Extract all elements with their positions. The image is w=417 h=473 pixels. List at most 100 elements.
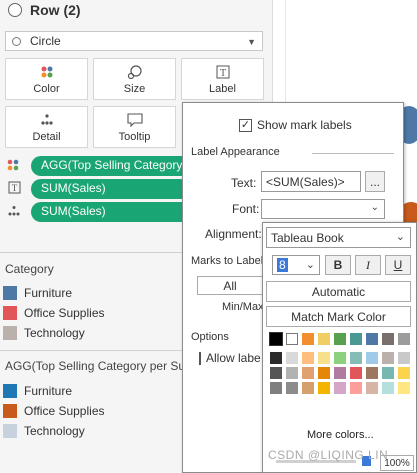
- legend-swatch: [3, 404, 17, 418]
- legend-item[interactable]: Technology: [3, 422, 85, 440]
- color-swatch[interactable]: [270, 382, 282, 394]
- automatic-button[interactable]: Automatic: [266, 281, 411, 302]
- allow-overlap-row[interactable]: Allow labels to overlap other marks: [199, 351, 261, 365]
- color-swatch[interactable]: [318, 352, 330, 364]
- color-swatch[interactable]: [302, 333, 314, 345]
- more-colors-link[interactable]: More colors...: [307, 429, 374, 441]
- font-label: Font:: [232, 202, 260, 216]
- show-mark-labels-row[interactable]: ✓ Show mark labels: [239, 118, 352, 132]
- show-mark-labels-checkbox[interactable]: ✓: [239, 118, 252, 132]
- color-swatch[interactable]: [382, 367, 394, 379]
- color-tile[interactable]: Color: [5, 58, 88, 100]
- svg-text:T: T: [219, 68, 225, 79]
- color-swatch[interactable]: [382, 352, 394, 364]
- color-swatch[interactable]: [302, 367, 314, 379]
- label-T-icon: T: [216, 64, 230, 80]
- color-swatch[interactable]: [366, 352, 378, 364]
- show-mark-labels-label: Show mark labels: [257, 118, 352, 132]
- color-swatch[interactable]: [334, 352, 346, 364]
- color-swatch[interactable]: [302, 382, 314, 394]
- font-family-value: Tableau Book: [271, 230, 344, 245]
- detail-dots-icon: [5, 205, 23, 220]
- color-swatch[interactable]: [350, 382, 362, 394]
- color-swatch[interactable]: [334, 382, 346, 394]
- color-swatch[interactable]: [382, 382, 394, 394]
- color-swatch[interactable]: [286, 333, 298, 345]
- text-field[interactable]: <SUM(Sales)>: [261, 171, 361, 192]
- legend-item[interactable]: Office Supplies: [3, 304, 105, 322]
- color-swatch[interactable]: [270, 352, 282, 364]
- color-swatch[interactable]: [286, 367, 298, 379]
- legend-swatch: [3, 384, 17, 398]
- color-swatch[interactable]: [366, 367, 378, 379]
- color-swatch[interactable]: [318, 367, 330, 379]
- color-swatch[interactable]: [398, 333, 410, 345]
- legend-item[interactable]: Technology: [3, 324, 85, 342]
- color-swatch[interactable]: [366, 333, 378, 345]
- size-tile-label: Size: [123, 82, 146, 95]
- label-T-icon: T: [5, 181, 23, 197]
- label-appearance-header: Label Appearance: [191, 146, 280, 158]
- row-radio-icon[interactable]: [8, 3, 22, 17]
- color-swatch[interactable]: [270, 367, 282, 379]
- color-swatch[interactable]: [350, 333, 362, 345]
- color-swatch[interactable]: [318, 382, 330, 394]
- tooltip-tile[interactable]: Tooltip: [93, 106, 176, 148]
- font-family-dropdown[interactable]: Tableau Book ⌄: [266, 227, 411, 248]
- font-dropdown[interactable]: ⌄: [261, 199, 385, 219]
- color-swatch[interactable]: [382, 333, 394, 345]
- tooltip-tile-label: Tooltip: [118, 130, 151, 143]
- color-swatch[interactable]: [350, 352, 362, 364]
- legend-label: Office Supplies: [24, 306, 105, 320]
- color-swatch[interactable]: [269, 332, 283, 346]
- color-swatch[interactable]: [366, 382, 378, 394]
- color-swatch[interactable]: [350, 367, 362, 379]
- options-header: Options: [191, 331, 229, 343]
- color-pill-row[interactable]: AGG(Top Selling Category per Sub-Categor…: [5, 156, 191, 176]
- text-label: Text:: [231, 176, 257, 190]
- font-size-value: 8: [277, 258, 288, 272]
- alignment-label: Alignment:: [205, 227, 262, 241]
- label-pill-row[interactable]: T SUM(Sales): [5, 179, 191, 199]
- color-swatch[interactable]: [318, 333, 330, 345]
- legend-label: Technology: [24, 326, 85, 340]
- legend-item[interactable]: Furniture: [3, 382, 72, 400]
- underline-button[interactable]: U: [385, 255, 411, 275]
- detail-tile[interactable]: Detail: [5, 106, 88, 148]
- italic-button[interactable]: I: [355, 255, 381, 275]
- category-legend-title: Category: [5, 262, 54, 276]
- detail-tile-label: Detail: [32, 130, 61, 143]
- minmax-option[interactable]: Min/Max: [222, 301, 262, 313]
- mark-type-dropdown[interactable]: Circle ▼: [5, 31, 263, 51]
- color-swatch[interactable]: [334, 333, 346, 345]
- legend-item[interactable]: Furniture: [3, 284, 72, 302]
- color-swatch[interactable]: [286, 382, 298, 394]
- chevron-down-icon: ⌄: [305, 259, 315, 271]
- row-shelf-header[interactable]: Row (2): [8, 0, 81, 20]
- color-swatch[interactable]: [398, 367, 410, 379]
- label-tile[interactable]: T Label: [181, 58, 264, 100]
- color-dots-icon: [5, 159, 23, 174]
- text-edit-button[interactable]: ...: [365, 171, 385, 192]
- tooltip-icon: [126, 112, 143, 128]
- detail-pill[interactable]: SUM(Sales): [31, 202, 191, 222]
- color-swatch[interactable]: [286, 352, 298, 364]
- chevron-down-icon: ⌄: [395, 231, 405, 243]
- detail-pill-row[interactable]: SUM(Sales): [5, 202, 191, 222]
- match-mark-color-button[interactable]: Match Mark Color: [266, 306, 411, 327]
- size-tile[interactable]: Size: [93, 58, 176, 100]
- bold-button[interactable]: B: [325, 255, 351, 275]
- chevron-down-icon: ⌄: [370, 202, 379, 213]
- font-size-dropdown[interactable]: 8 ⌄: [272, 255, 320, 275]
- legend-item[interactable]: Office Supplies: [3, 402, 105, 420]
- color-swatch[interactable]: [334, 367, 346, 379]
- color-swatch[interactable]: [398, 352, 410, 364]
- color-swatch[interactable]: [302, 352, 314, 364]
- allow-overlap-checkbox[interactable]: [199, 351, 201, 365]
- color-swatch[interactable]: [398, 382, 410, 394]
- label-pill[interactable]: SUM(Sales): [31, 179, 191, 199]
- legend-label: Furniture: [24, 384, 73, 398]
- color-pill[interactable]: AGG(Top Selling Category per Sub-Categor…: [31, 156, 191, 176]
- all-option[interactable]: All: [197, 276, 263, 295]
- color-dots-icon: [40, 64, 54, 80]
